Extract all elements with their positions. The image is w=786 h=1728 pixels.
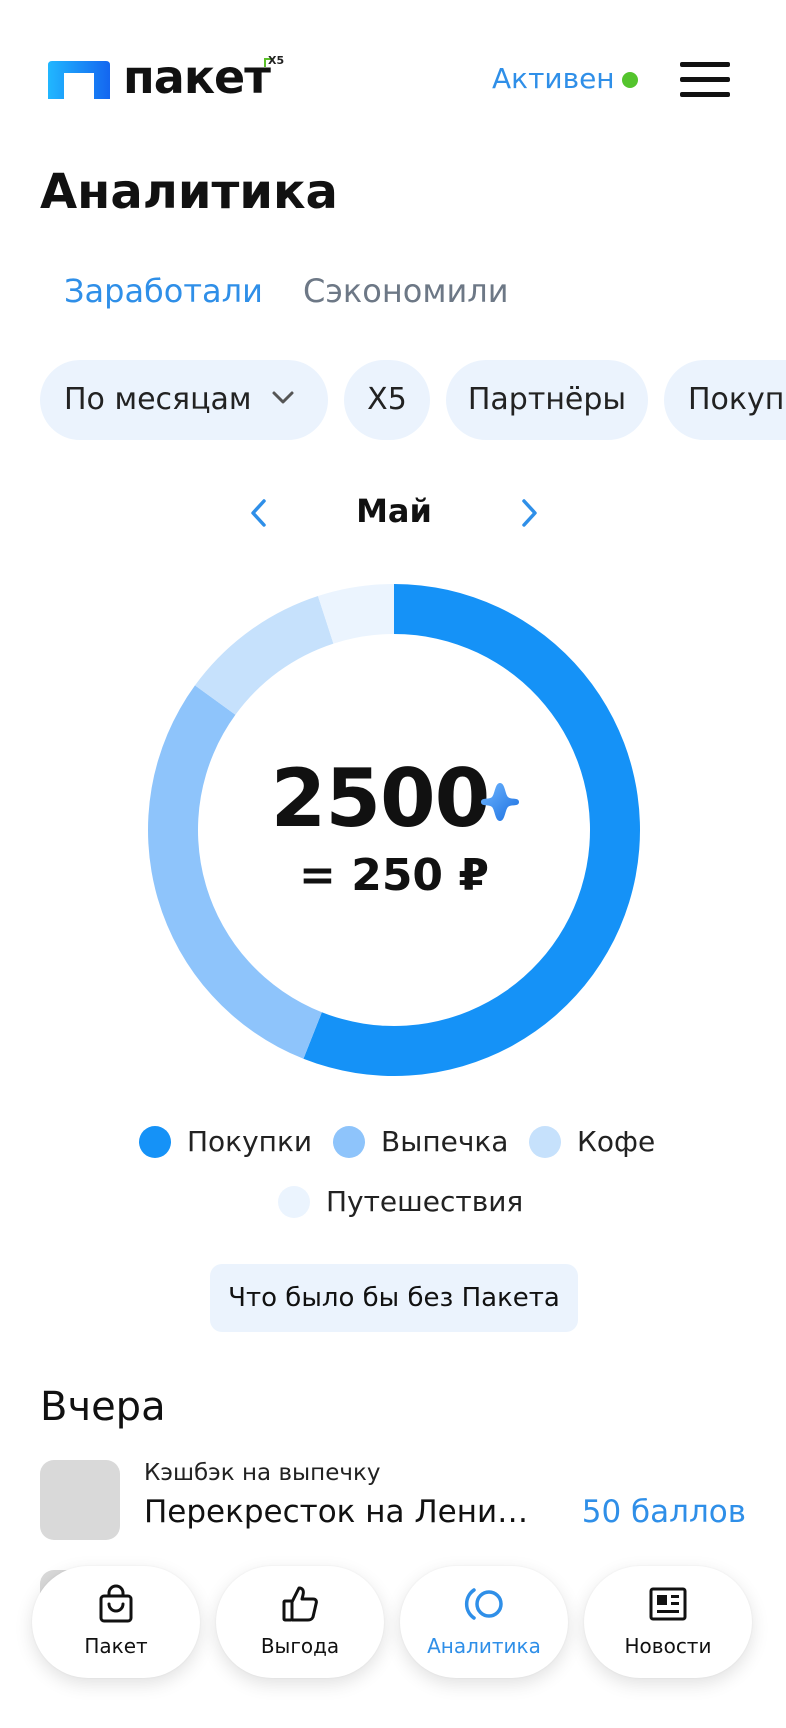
news-icon: [649, 1587, 687, 1621]
period-select[interactable]: По месяцам: [40, 360, 328, 440]
section-title-yesterday: Вчера: [40, 1384, 166, 1430]
tab-saved[interactable]: Сэкономили: [303, 272, 509, 310]
legend-label: Путешествия: [326, 1185, 524, 1218]
status-indicator: [622, 72, 638, 88]
transaction-row[interactable]: Кэшбэк на выпечку Перекресток на Ленина.…: [40, 1460, 746, 1544]
legend-label: Покупки: [187, 1125, 313, 1158]
analytics-icon: [464, 1588, 503, 1620]
logo-badge: X5: [268, 54, 285, 67]
logo-text: пакет: [123, 50, 271, 104]
nav-item-analytics[interactable]: Аналитика: [400, 1566, 568, 1678]
nav-item-pakete[interactable]: Пакет: [32, 1566, 200, 1678]
legend-dot: [278, 1186, 310, 1218]
nav-label: Пакет: [84, 1634, 148, 1658]
menu-button[interactable]: [680, 62, 730, 98]
chevron-left-icon[interactable]: [244, 496, 274, 530]
points-value: 2500: [270, 752, 491, 845]
status-label: Активен: [492, 62, 615, 95]
menu-line: [680, 92, 730, 97]
transaction-subtitle: Кэшбэк на выпечку: [144, 1460, 381, 1486]
chevron-down-icon: [272, 391, 294, 404]
transaction-title: Перекресток на Ленина...: [144, 1494, 534, 1530]
nav-item-news[interactable]: Новости: [584, 1566, 752, 1678]
legend-label: Выпечка: [381, 1125, 509, 1158]
legend-dot: [529, 1126, 561, 1158]
chip-purchases[interactable]: Покупки: [664, 360, 786, 440]
chip-x5[interactable]: X5: [344, 360, 430, 440]
logo-mark-icon: [48, 61, 110, 99]
chevron-right-icon[interactable]: [514, 496, 544, 530]
page-title: Аналитика: [40, 164, 338, 220]
transaction-thumbnail: [40, 1460, 120, 1540]
menu-line: [680, 77, 730, 82]
filter-chips: По месяцам X5 Партнёры Покупки: [0, 360, 786, 440]
period-select-label: По месяцам: [64, 382, 252, 417]
menu-line: [680, 62, 730, 67]
points-total: 2500: [148, 752, 640, 845]
legend-dot: [139, 1126, 171, 1158]
next-section-title: [40, 1712, 100, 1728]
month-label: Май: [356, 492, 432, 530]
nav-label: Выгода: [260, 1634, 340, 1658]
chip-partners[interactable]: Партнёры: [446, 360, 648, 440]
without-pakete-button[interactable]: Что было бы без Пакета: [210, 1264, 578, 1332]
thumbs-up-icon: [282, 1586, 318, 1622]
nav-label: Новости: [624, 1634, 712, 1658]
pakete-logo[interactable]: пакет X5: [46, 50, 296, 106]
nav-label: Аналитика: [427, 1634, 541, 1658]
bag-icon: [99, 1584, 133, 1623]
legend-dot: [333, 1126, 365, 1158]
donut-segment-2: [194, 596, 334, 715]
points-rub-equivalent: = 250 ₽: [299, 850, 489, 901]
legend-label: Кофе: [577, 1125, 656, 1158]
header: пакет X5 Активен: [0, 0, 786, 160]
nav-item-benefits[interactable]: Выгода: [216, 1566, 384, 1678]
transaction-amount: 50 баллов: [581, 1494, 746, 1530]
points-coin-icon: [481, 783, 519, 821]
tab-earned[interactable]: Заработали: [64, 272, 263, 310]
